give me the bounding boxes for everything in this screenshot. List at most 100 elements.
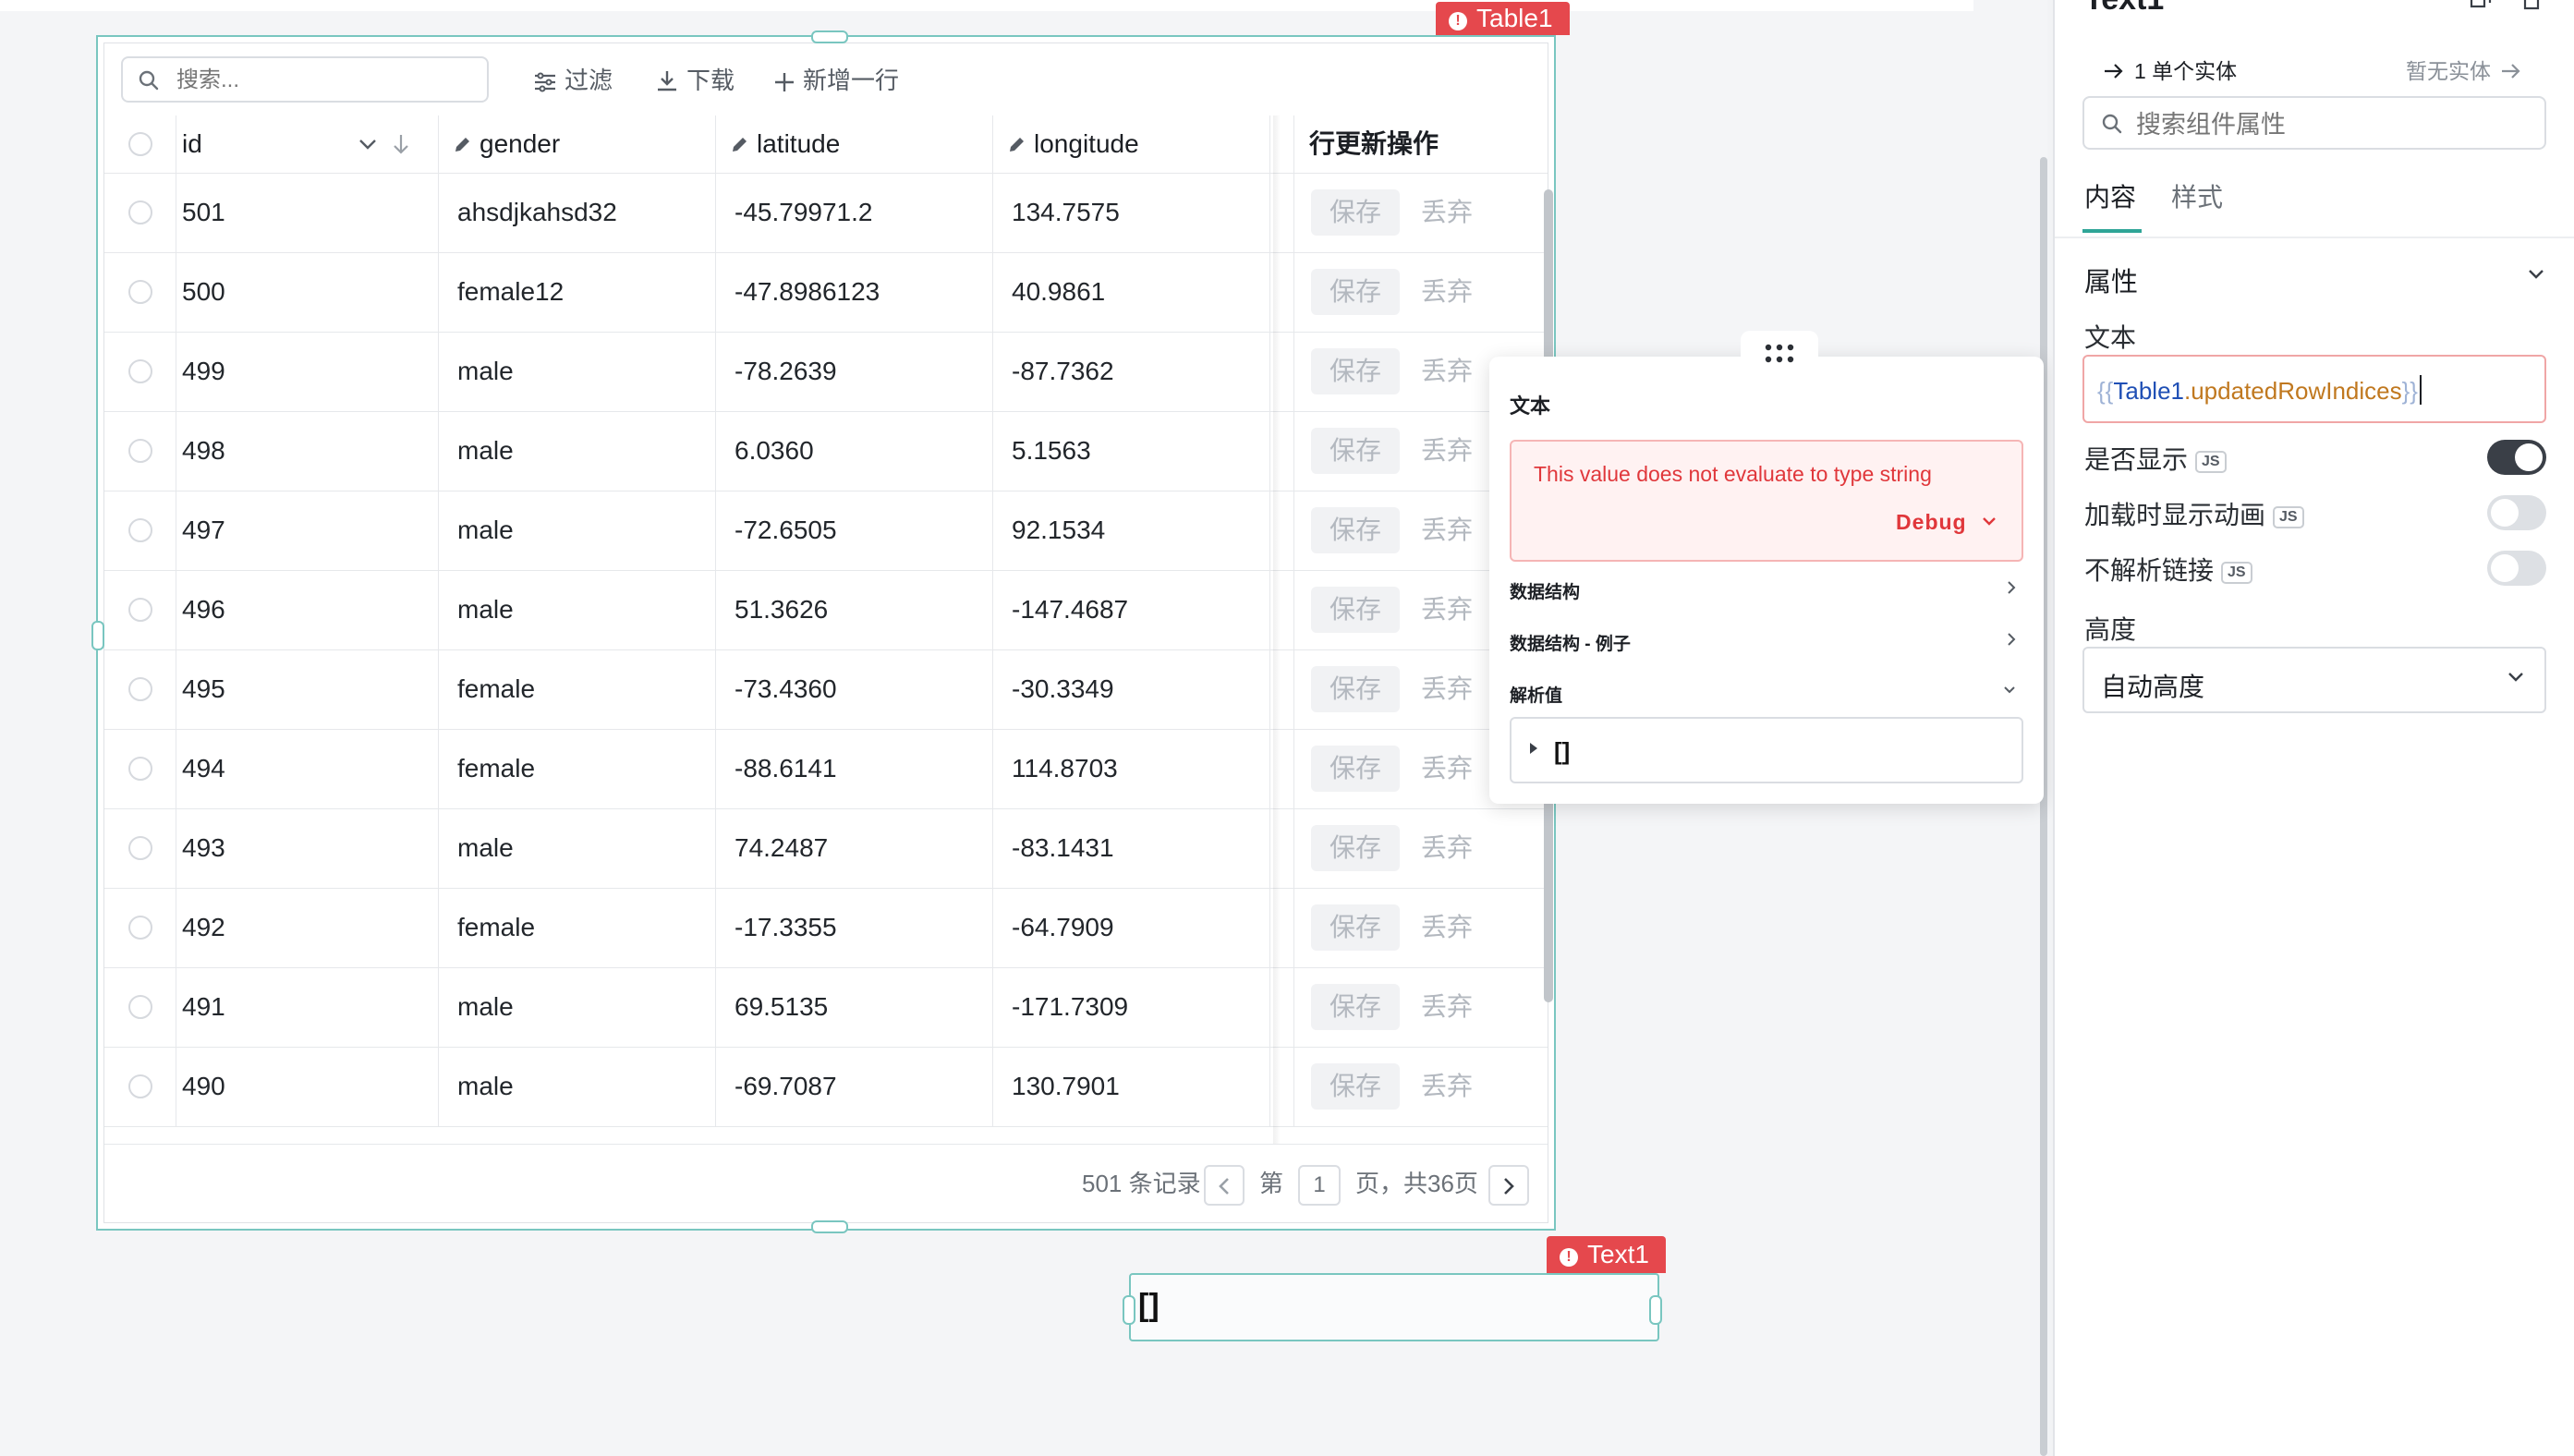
- property-search-input[interactable]: [2134, 109, 2526, 140]
- row-checkbox[interactable]: [128, 1074, 152, 1098]
- next-page-button[interactable]: [1488, 1165, 1529, 1206]
- discard-row-button[interactable]: 丢弃: [1414, 1063, 1479, 1110]
- table-search-box[interactable]: [121, 56, 489, 103]
- data-structure-row[interactable]: 数据结构: [1510, 578, 2023, 603]
- table-row[interactable]: 497 male -72.6505 92.1534 保存 丢弃: [104, 491, 1548, 571]
- tab-content[interactable]: 内容: [2084, 177, 2136, 214]
- row-checkbox[interactable]: [128, 916, 152, 940]
- resize-handle-left[interactable]: [91, 621, 104, 650]
- row-select-cell[interactable]: [104, 173, 176, 252]
- row-checkbox[interactable]: [128, 200, 152, 224]
- save-row-button[interactable]: 保存: [1311, 746, 1400, 792]
- cell-gender[interactable]: male: [439, 491, 716, 570]
- evaluated-value-row[interactable]: 解析值: [1510, 682, 2023, 707]
- cell-id[interactable]: 490: [176, 1047, 439, 1126]
- row-checkbox[interactable]: [128, 359, 152, 383]
- js-toggle-badge[interactable]: JS: [2273, 506, 2304, 528]
- table-row[interactable]: 495 female -73.4360 -30.3349 保存 丢弃: [104, 649, 1548, 730]
- animate-toggle[interactable]: [2487, 495, 2546, 530]
- cell-longitude[interactable]: -147.4687: [993, 570, 1270, 649]
- no-entity-link[interactable]: 暂无实体: [2406, 54, 2522, 85]
- resize-handle-right[interactable]: [1649, 1295, 1662, 1325]
- visible-toggle[interactable]: [2487, 440, 2546, 475]
- text-code-input[interactable]: {{Table1.updatedRowIndices}}: [2082, 355, 2546, 423]
- header-select-all[interactable]: [104, 115, 176, 173]
- table-row[interactable]: 498 male 6.0360 5.1563 保存 丢弃: [104, 411, 1548, 491]
- cell-id[interactable]: 493: [176, 808, 439, 888]
- entity-link[interactable]: 1 单个实体: [2103, 54, 2237, 85]
- js-toggle-badge[interactable]: JS: [2195, 451, 2227, 473]
- cell-latitude[interactable]: -72.6505: [716, 491, 993, 570]
- cell-gender[interactable]: ahsdjkahsd32: [439, 173, 716, 252]
- discard-row-button[interactable]: 丢弃: [1414, 746, 1479, 792]
- table-search-input[interactable]: [175, 66, 474, 95]
- save-row-button[interactable]: 保存: [1311, 984, 1400, 1030]
- save-row-button[interactable]: 保存: [1311, 189, 1400, 236]
- cell-gender[interactable]: male: [439, 1047, 716, 1126]
- cell-gender[interactable]: male: [439, 570, 716, 649]
- column-header-id[interactable]: id: [176, 115, 439, 173]
- cell-latitude[interactable]: 6.0360: [716, 411, 993, 491]
- table-row[interactable]: 496 male 51.3626 -147.4687 保存 丢弃: [104, 570, 1548, 650]
- save-row-button[interactable]: 保存: [1311, 825, 1400, 871]
- resize-handle-top[interactable]: [811, 30, 848, 43]
- cell-gender[interactable]: female: [439, 888, 716, 967]
- cell-id[interactable]: 501: [176, 173, 439, 252]
- download-button[interactable]: 下载: [655, 64, 735, 97]
- delete-icon[interactable]: [2520, 0, 2543, 11]
- row-select-cell[interactable]: [104, 729, 176, 808]
- discard-row-button[interactable]: 丢弃: [1414, 507, 1479, 553]
- properties-section-header[interactable]: 属性: [2084, 261, 2546, 299]
- resize-handle-left[interactable]: [1123, 1295, 1135, 1325]
- row-select-cell[interactable]: [104, 967, 176, 1047]
- row-checkbox[interactable]: [128, 757, 152, 781]
- table-row[interactable]: 493 male 74.2487 -83.1431 保存 丢弃: [104, 808, 1548, 889]
- sort-arrow-down-icon[interactable]: [391, 132, 411, 156]
- cell-gender[interactable]: male: [439, 808, 716, 888]
- page-number-input[interactable]: 1: [1298, 1165, 1341, 1206]
- cell-longitude[interactable]: 5.1563: [993, 411, 1270, 491]
- nolink-toggle[interactable]: [2487, 551, 2546, 586]
- cell-id[interactable]: 496: [176, 570, 439, 649]
- table-row[interactable]: 500 female12 -47.8986123 40.9861 保存 丢弃: [104, 252, 1548, 333]
- table-widget[interactable]: 过滤 下载 新增一行 id gender latitude: [91, 30, 1556, 1233]
- row-select-cell[interactable]: [104, 649, 176, 729]
- cell-id[interactable]: 492: [176, 888, 439, 967]
- canvas-scrollbar[interactable]: [2040, 157, 2047, 1456]
- row-checkbox[interactable]: [128, 439, 152, 463]
- cell-latitude[interactable]: -69.7087: [716, 1047, 993, 1126]
- add-row-button[interactable]: 新增一行: [773, 64, 899, 97]
- text-widget[interactable]: []: [1123, 1273, 1662, 1341]
- cell-latitude[interactable]: 69.5135: [716, 967, 993, 1047]
- cell-latitude[interactable]: 74.2487: [716, 808, 993, 888]
- row-select-cell[interactable]: [104, 570, 176, 649]
- js-toggle-badge[interactable]: JS: [2221, 562, 2252, 584]
- save-row-button[interactable]: 保存: [1311, 507, 1400, 553]
- cell-longitude[interactable]: 40.9861: [993, 252, 1270, 332]
- cell-longitude[interactable]: 134.7575: [993, 173, 1270, 252]
- cell-latitude[interactable]: -47.8986123: [716, 252, 993, 332]
- discard-row-button[interactable]: 丢弃: [1414, 269, 1479, 315]
- cell-longitude[interactable]: -30.3349: [993, 649, 1270, 729]
- row-select-cell[interactable]: [104, 808, 176, 888]
- row-select-cell[interactable]: [104, 888, 176, 967]
- cell-longitude[interactable]: -87.7362: [993, 332, 1270, 411]
- caret-right-icon[interactable]: [1528, 741, 1539, 756]
- cell-longitude[interactable]: -171.7309: [993, 967, 1270, 1047]
- cell-latitude[interactable]: -88.6141: [716, 729, 993, 808]
- filter-button[interactable]: 过滤: [533, 64, 613, 97]
- discard-row-button[interactable]: 丢弃: [1414, 348, 1479, 394]
- cell-latitude[interactable]: -73.4360: [716, 649, 993, 729]
- copy-icon[interactable]: [2469, 0, 2493, 11]
- discard-row-button[interactable]: 丢弃: [1414, 825, 1479, 871]
- cell-id[interactable]: 498: [176, 411, 439, 491]
- row-checkbox[interactable]: [128, 598, 152, 622]
- table-row[interactable]: 492 female -17.3355 -64.7909 保存 丢弃: [104, 888, 1548, 968]
- height-select[interactable]: 自动高度: [2082, 647, 2546, 713]
- chevron-down-icon[interactable]: [358, 136, 378, 152]
- save-row-button[interactable]: 保存: [1311, 1063, 1400, 1110]
- row-select-cell[interactable]: [104, 252, 176, 332]
- row-checkbox[interactable]: [128, 518, 152, 542]
- cell-latitude[interactable]: -17.3355: [716, 888, 993, 967]
- discard-row-button[interactable]: 丢弃: [1414, 984, 1479, 1030]
